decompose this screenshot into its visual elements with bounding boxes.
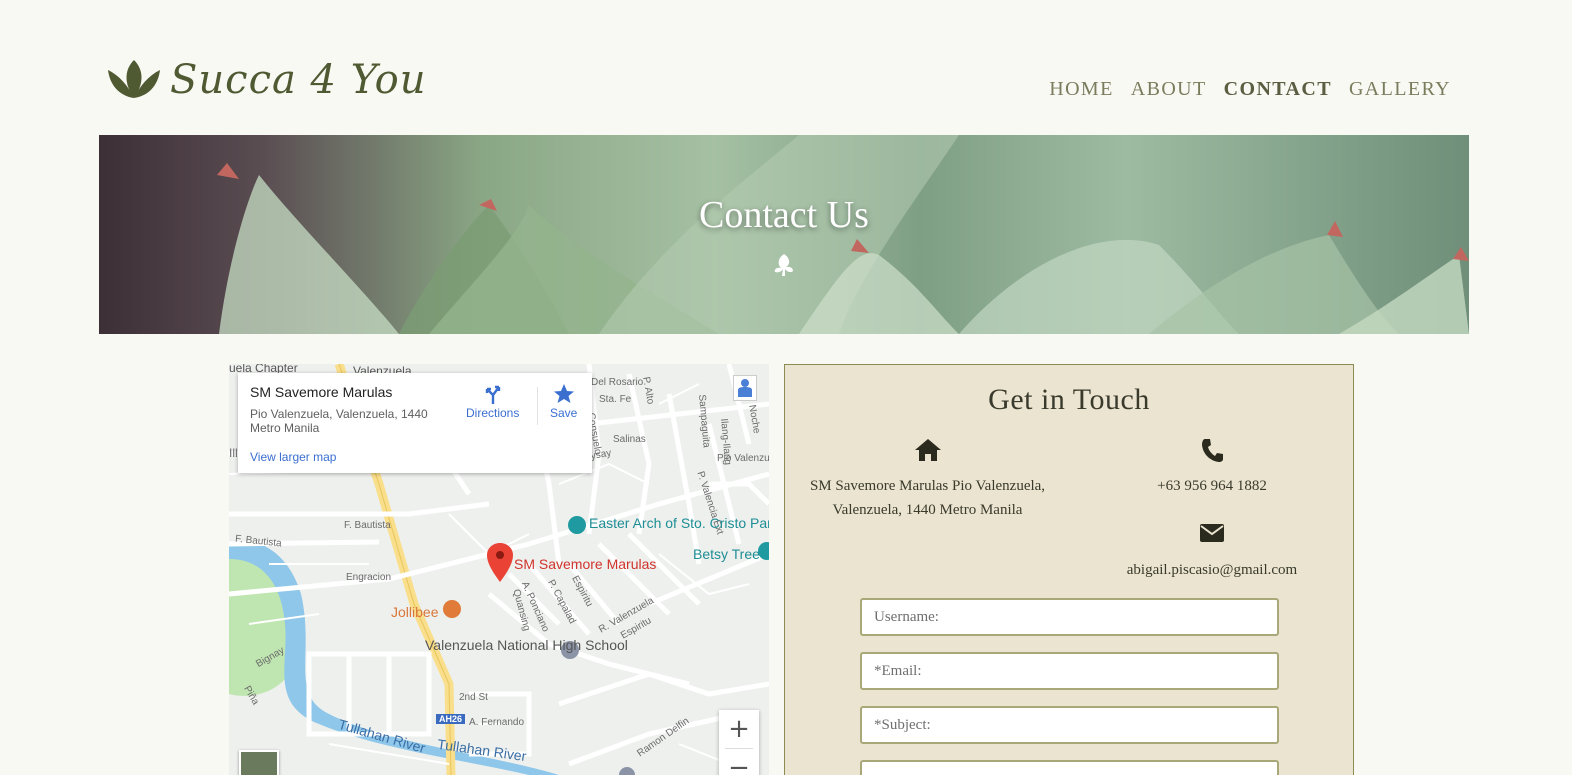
lotus-logo-icon [108, 60, 160, 98]
contact-panel: Get in Touch SM Savemore Marulas Pio Val… [784, 364, 1354, 775]
page-title: Contact Us [699, 194, 869, 236]
street-view-pegman-button[interactable] [733, 375, 757, 401]
nav-contact[interactable]: CONTACT [1224, 78, 1332, 101]
map-label: Del Rosario [591, 377, 644, 388]
map-label-school[interactable]: Valenzuela National High School [425, 638, 628, 653]
map-label: Engracion [346, 572, 392, 583]
map-label: Sta. Fe [599, 394, 632, 405]
divider [537, 387, 538, 425]
map-place-name: SM Savemore Marulas [250, 384, 393, 400]
directions-button[interactable]: Directions [466, 382, 519, 420]
contact-email[interactable]: abigail.piscasio@gmail.com [1085, 558, 1339, 582]
email-input[interactable] [860, 652, 1279, 690]
map-label: A. Fernando [469, 717, 525, 728]
nav-home[interactable]: HOME [1049, 78, 1114, 101]
hero-banner: Contact Us [99, 135, 1469, 334]
main-nav: HOME ABOUT CONTACT GALLERY [1049, 78, 1451, 101]
directions-label: Directions [466, 406, 520, 420]
star-icon [553, 384, 574, 403]
subject-input[interactable] [860, 706, 1279, 744]
message-input[interactable] [860, 760, 1279, 775]
contact-address: SM Savemore Marulas Pio Valenzuela, Vale… [809, 478, 1046, 518]
save-button[interactable]: Save [550, 382, 577, 420]
pegman-icon [738, 379, 752, 397]
contact-phone[interactable]: +63 956 964 1882 [1115, 474, 1309, 498]
map-label: F. Bautista [344, 520, 391, 531]
map-info-card: SM Savemore Marulas Pio Valenzuela, Vale… [238, 373, 592, 473]
brand-name: Succa 4 You [170, 57, 427, 103]
view-larger-map-link[interactable]: View larger map [250, 450, 336, 464]
map-label: Salinas [613, 434, 646, 445]
map-zoom-controls: + − [719, 710, 759, 775]
zoom-in-button[interactable]: + [719, 710, 759, 748]
phone-icon [1200, 437, 1224, 463]
directions-icon [485, 385, 500, 404]
satellite-toggle-button[interactable] [239, 750, 279, 775]
contact-heading: Get in Touch [988, 383, 1150, 416]
nav-about[interactable]: ABOUT [1131, 78, 1207, 101]
site-logo[interactable]: Succa 4 You [106, 56, 426, 104]
map-label: 2nd St [459, 692, 488, 703]
road-shield: AH26 [436, 714, 466, 724]
embedded-map[interactable]: uela Chapter Valenzuela Del Rosario Sta.… [229, 364, 769, 775]
leaf-icon [774, 254, 793, 276]
map-label-betsy-tree[interactable]: Betsy Tree [693, 547, 760, 562]
zoom-out-button[interactable]: − [719, 749, 759, 775]
map-label: Pio Valenzu [717, 453, 769, 464]
username-input[interactable] [860, 598, 1279, 636]
map-label-easter-arch[interactable]: Easter Arch of Sto. Cristo Parish [589, 516, 769, 531]
save-label: Save [550, 406, 578, 420]
envelope-icon [1199, 523, 1225, 543]
nav-gallery[interactable]: GALLERY [1349, 78, 1451, 101]
map-marker-label[interactable]: SM Savemore Marulas [514, 556, 656, 572]
home-icon [913, 438, 943, 462]
map-label-jollibee[interactable]: Jollibee [391, 604, 438, 620]
map-place-address: Pio Valenzuela, Valenzuela, 1440 Metro M… [250, 407, 428, 435]
